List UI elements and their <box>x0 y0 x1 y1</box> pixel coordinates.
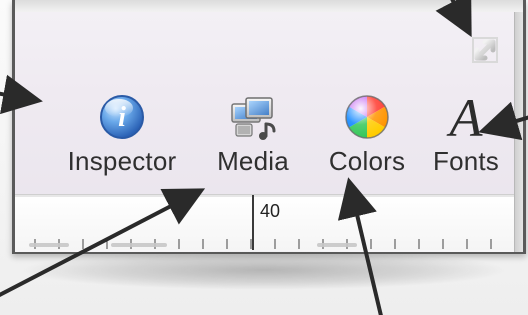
resize-handle-icon[interactable] <box>467 32 503 68</box>
scrollbar[interactable] <box>514 12 523 252</box>
svg-text:i: i <box>118 102 126 133</box>
toolbar-button-media[interactable]: Media <box>193 90 313 185</box>
window-shadow <box>20 250 508 290</box>
toolbar: i Inspector Media Colors A Fonts <box>15 12 523 195</box>
toolbar-label-media: Media <box>217 146 289 176</box>
app-window: i Inspector Media Colors A Fonts 40 <box>12 0 526 254</box>
info-icon: i <box>95 90 149 144</box>
toolbar-label-inspector: Inspector <box>67 146 177 176</box>
toolbar-label-fonts: Fonts <box>432 146 500 176</box>
ruler: 40 <box>15 195 523 250</box>
toolbar-button-inspector[interactable]: i Inspector <box>49 90 195 185</box>
color-wheel-icon <box>340 90 394 144</box>
fonts-icon: A <box>439 88 493 148</box>
ruler-number-label: 40 <box>260 201 281 221</box>
page: i Inspector Media Colors A Fonts 40 <box>0 0 528 315</box>
toolbar-button-fonts[interactable]: A Fonts <box>406 88 523 185</box>
svg-text:A: A <box>447 90 484 144</box>
media-icon <box>226 90 280 144</box>
resize-arrows-icon <box>472 37 498 63</box>
